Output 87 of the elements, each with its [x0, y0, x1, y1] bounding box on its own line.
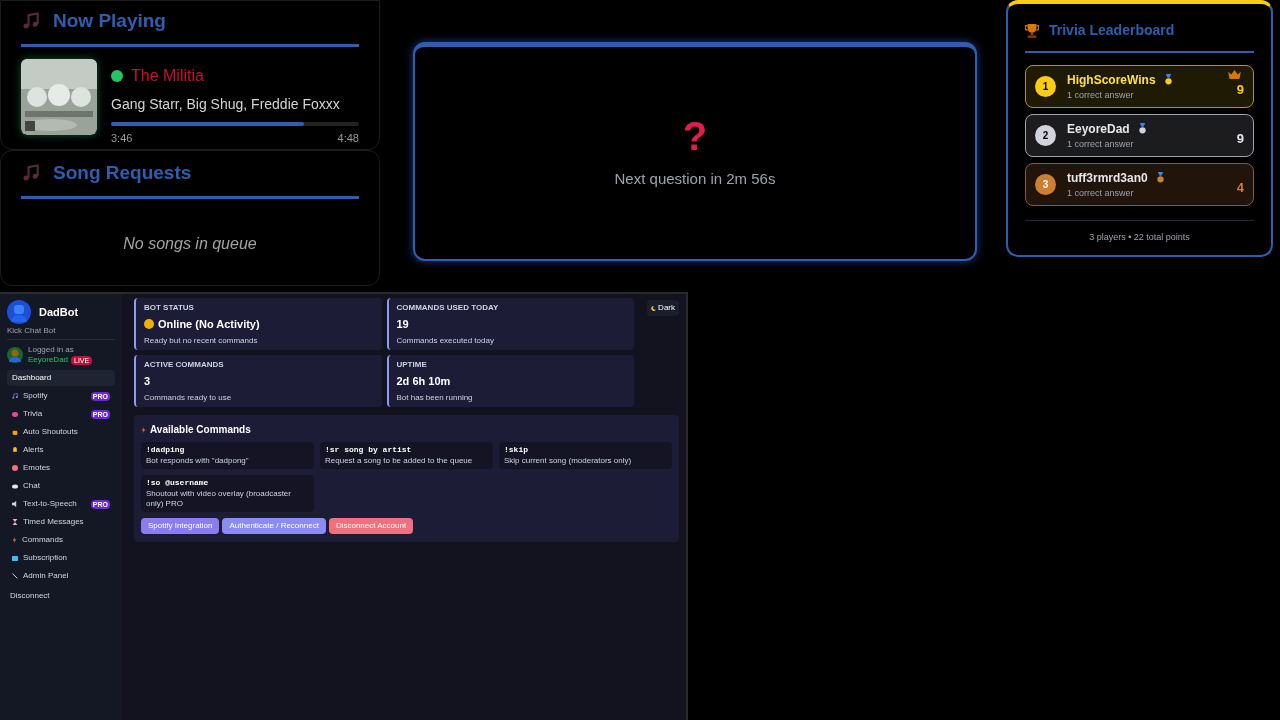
- sidebar-label: Alerts: [23, 444, 45, 456]
- empty-message: No songs in queue: [122, 233, 258, 254]
- command-name: !skip: [504, 445, 529, 455]
- robot-avatar-icon: [7, 300, 31, 324]
- hourglass-icon: [12, 519, 18, 525]
- lightning-icon: [12, 537, 17, 543]
- sidebar-label: Dashboard: [12, 372, 53, 384]
- sidebar-item[interactable]: Alerts: [7, 442, 115, 458]
- stat-label: UPTIME: [396, 360, 428, 370]
- sidebar-label: Timed Messages: [23, 516, 85, 528]
- lightning-icon: [141, 426, 146, 433]
- widget-title: Song Requests: [53, 161, 192, 185]
- music-note-icon: [12, 393, 18, 399]
- user-avatar-icon: [7, 347, 23, 363]
- sidebar-item[interactable]: Dashboard: [7, 370, 115, 386]
- player-points: 4: [1236, 178, 1244, 197]
- sidebar-label: Admin Panel: [23, 570, 70, 582]
- stat-value: 3: [144, 374, 151, 389]
- command-description: Bot responds with "dadpong": [146, 456, 250, 466]
- sidebar-item[interactable]: Timed Messages: [7, 514, 115, 530]
- leaderboard-footer: 3 players • 22 total points: [1089, 231, 1190, 245]
- speech-bubble-icon: [12, 483, 18, 489]
- sidebar-label: Auto Shoutouts: [23, 426, 79, 438]
- player-detail: 1 correct answer: [1067, 88, 1135, 102]
- medal-icon: [1163, 74, 1173, 86]
- sidebar-item[interactable]: Chat: [7, 478, 115, 494]
- sidebar-item[interactable]: Auto Shoutouts: [7, 424, 115, 440]
- stat-value: Online (No Activity): [158, 317, 260, 332]
- brand-name: DadBot: [39, 304, 79, 320]
- brand-subtitle: Kick Chat Bot: [7, 326, 115, 340]
- theme-toggle[interactable]: Dark: [647, 300, 679, 316]
- command-description: Request a song to be added to the queue: [325, 456, 474, 466]
- duration-time: 4:48: [337, 130, 359, 146]
- stat-note: Bot has been running: [396, 392, 474, 403]
- artist-names: Gang Starr, Big Shug, Freddie Foxxx: [111, 94, 341, 114]
- panel-title: Available Commands: [150, 423, 251, 437]
- username: EeyoreDad: [28, 355, 69, 365]
- sidebar-label: Commands: [22, 534, 64, 546]
- moon-icon: [651, 305, 657, 311]
- stat-value: 19: [396, 317, 409, 332]
- command-description: Shoutout with video overlay (broadcaster only) PRO: [146, 489, 292, 509]
- rank-badge: 2: [1035, 125, 1056, 146]
- sidebar-item[interactable]: Emotes: [7, 460, 115, 476]
- sidebar-item[interactable]: Subscription: [7, 550, 115, 566]
- speaker-icon: [12, 501, 18, 507]
- player-points: 9: [1236, 80, 1244, 99]
- command-name: !sr song by artist: [325, 445, 413, 455]
- player-name: tuff3rmrd3an0: [1067, 169, 1148, 187]
- sidebar-label: Text-to-Speech: [23, 498, 78, 510]
- countdown-text: Next question in 2m 56s: [614, 168, 776, 189]
- sidebar-label: Chat: [23, 480, 41, 492]
- command-name: !so @username: [146, 478, 210, 488]
- stat-note: Commands ready to use: [144, 392, 233, 403]
- stat-note: Commands executed today: [396, 335, 495, 346]
- logged-in-label: Logged in as: [28, 345, 75, 355]
- stat-label: BOT STATUS: [144, 303, 195, 313]
- medal-icon: [1155, 172, 1165, 184]
- disconnect-link[interactable]: Disconnect: [7, 590, 115, 602]
- track-title: The Militia: [131, 65, 204, 86]
- stat-value: 2d 6h 10m: [396, 374, 451, 389]
- widget-title: Now Playing: [53, 9, 166, 33]
- sidebar-label: Emotes: [23, 462, 52, 474]
- medal-icon: [1137, 123, 1147, 135]
- question-mark-text: ?: [682, 115, 708, 156]
- sidebar-label: Trivia: [23, 408, 44, 420]
- stat-label: COMMANDS USED TODAY: [396, 303, 500, 313]
- player-name: EeyoreDad: [1067, 120, 1130, 138]
- sidebar-item[interactable]: Commands: [7, 532, 115, 548]
- player-points: 9: [1236, 129, 1244, 148]
- bell-icon: [12, 447, 18, 453]
- player-detail: 1 correct answer: [1067, 137, 1135, 151]
- elapsed-time: 3:46: [111, 130, 133, 146]
- card-icon: [12, 555, 18, 561]
- player-detail: 1 correct answer: [1067, 186, 1135, 200]
- rank-badge: 3: [1035, 174, 1056, 195]
- command-description: Skip current song (moderators only): [504, 456, 633, 466]
- sidebar-label: Subscription: [23, 552, 69, 564]
- stat-label: ACTIVE COMMANDS: [144, 360, 225, 370]
- player-name: HighScoreWins: [1067, 71, 1156, 89]
- trophy-icon: [1025, 22, 1039, 39]
- sidebar-item[interactable]: Admin Panel: [7, 568, 115, 584]
- sidebar-label: Spotify: [23, 390, 49, 402]
- command-name: !dadping: [146, 445, 186, 455]
- rank-badge: 1: [1035, 76, 1056, 97]
- toggle-label: Dark: [658, 302, 675, 314]
- stat-note: Ready but no recent commands: [144, 335, 259, 346]
- panel-title: Trivia Leaderboard: [1049, 21, 1175, 40]
